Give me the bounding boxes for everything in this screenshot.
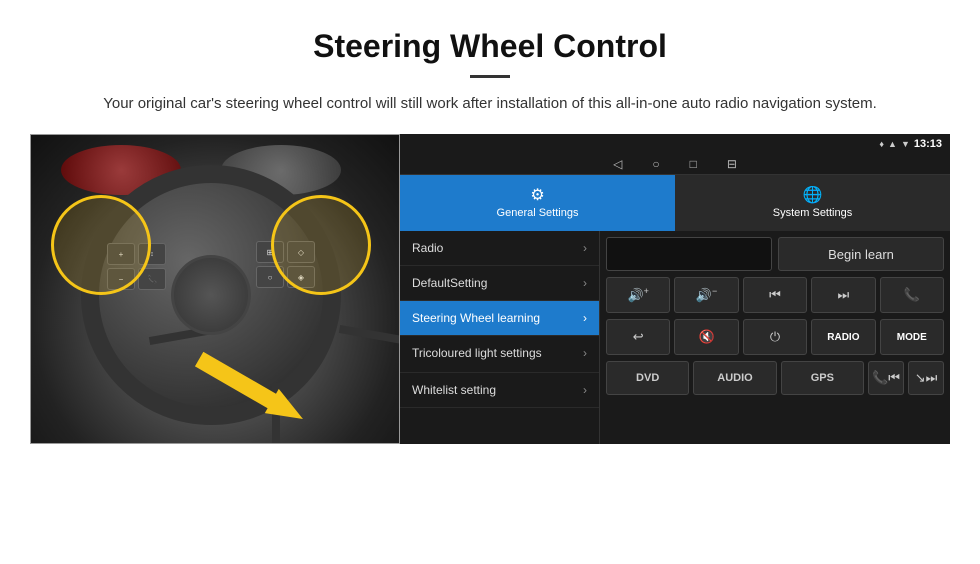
android-nav-bar: ◁ ○ □ ⊟ <box>400 154 950 175</box>
settings-tabs: ⚙ General Settings 🌐 System Settings <box>400 175 950 231</box>
btn-audio[interactable]: AUDIO <box>693 361 776 395</box>
menu-item-default[interactable]: DefaultSetting › <box>400 266 599 301</box>
menu-arrow-tricoloured: › <box>583 346 587 362</box>
mode-label: MODE <box>897 332 927 343</box>
radio-label: RADIO <box>827 332 859 343</box>
controls-grid-row1: 🔊+ 🔊− ⏮ ⏭ 📞 <box>606 277 944 313</box>
location-icon: ♦ <box>879 139 884 149</box>
menu-item-tricoloured[interactable]: Tricoloured light settings › <box>400 336 599 373</box>
menu-item-whitelist[interactable]: Whitelist setting › <box>400 373 599 408</box>
btn-gps[interactable]: GPS <box>781 361 864 395</box>
android-panel: ♦ ▲ ▼ 13:13 ◁ ○ □ ⊟ ⚙ General Settings 🌐… <box>400 134 950 444</box>
ctrl-mode[interactable]: MODE <box>880 319 944 355</box>
ctrl-back[interactable]: ↩ <box>606 319 670 355</box>
menu-item-radio-label: Radio <box>412 241 443 255</box>
menu-item-steering-label: Steering Wheel learning <box>412 311 540 325</box>
input-display-box <box>606 237 772 271</box>
tab-general-settings[interactable]: ⚙ General Settings <box>400 175 675 231</box>
status-time: 13:13 <box>914 138 942 150</box>
menu-item-tricoloured-label: Tricoloured light settings <box>412 346 542 362</box>
ctrl-vol-down[interactable]: 🔊− <box>674 277 738 313</box>
menu-arrow-radio: › <box>583 241 587 255</box>
wifi-icon: ▼ <box>901 139 910 149</box>
skip-next-icon: ↘⏭ <box>915 370 938 386</box>
right-panel: Begin learn 🔊+ 🔊− ⏮ ⏭ <box>600 231 950 444</box>
menu-arrow-steering: › <box>583 311 587 325</box>
content-area: + ↕ − 📞 ⊞ ◇ ○ ◈ ♦ ▲ <box>0 134 980 464</box>
back-icon: ↩ <box>633 329 644 345</box>
call-prev-icon: 📞⏮ <box>872 370 900 386</box>
title-divider <box>470 75 510 78</box>
vol-up-icon: 🔊+ <box>627 286 648 303</box>
menu-list: Radio › DefaultSetting › Steering Wheel … <box>400 231 600 444</box>
status-bar: ♦ ▲ ▼ 13:13 <box>400 134 950 154</box>
nav-home-btn[interactable]: ○ <box>652 157 659 171</box>
audio-label: AUDIO <box>717 372 752 384</box>
top-row: Begin learn <box>606 237 944 271</box>
menu-item-whitelist-label: Whitelist setting <box>412 383 496 397</box>
signal-icon: ▲ <box>888 139 897 149</box>
btn-dvd[interactable]: DVD <box>606 361 689 395</box>
ctrl-mute[interactable]: 🔇 <box>674 319 738 355</box>
steering-wheel-center <box>171 255 251 335</box>
car-image-panel: + ↕ − 📞 ⊞ ◇ ○ ◈ <box>30 134 400 444</box>
general-settings-icon: ⚙ <box>530 185 544 205</box>
nav-menu-btn[interactable]: ⊟ <box>727 157 737 171</box>
dvd-label: DVD <box>636 372 659 384</box>
subtitle-text: Your original car's steering wheel contr… <box>60 92 920 116</box>
ctrl-next-track[interactable]: ⏭ <box>811 277 875 313</box>
ctrl-vol-up[interactable]: 🔊+ <box>606 277 670 313</box>
highlight-circle-left <box>51 195 151 295</box>
vol-down-icon: 🔊− <box>696 286 717 303</box>
status-icons: ♦ ▲ ▼ <box>879 139 909 149</box>
menu-arrow-default: › <box>583 276 587 290</box>
nav-back-btn[interactable]: ◁ <box>613 157 622 171</box>
ctrl-prev-track[interactable]: ⏮ <box>743 277 807 313</box>
bottom-buttons-row: DVD AUDIO GPS 📞⏮ ↘⏭ <box>606 361 944 395</box>
highlight-circle-right <box>271 195 371 295</box>
settings-content: Radio › DefaultSetting › Steering Wheel … <box>400 231 950 444</box>
menu-item-steering[interactable]: Steering Wheel learning › <box>400 301 599 336</box>
btn-skip-next[interactable]: ↘⏭ <box>908 361 944 395</box>
page-title: Steering Wheel Control <box>60 28 920 65</box>
ctrl-radio[interactable]: RADIO <box>811 319 875 355</box>
mute-icon: 🔇 <box>699 329 715 345</box>
tab-system-settings[interactable]: 🌐 System Settings <box>675 175 950 231</box>
call-icon: 📞 <box>904 287 920 303</box>
ctrl-power[interactable]: ⏻ <box>743 319 807 355</box>
next-track-icon: ⏭ <box>838 287 850 303</box>
ctrl-call[interactable]: 📞 <box>880 277 944 313</box>
prev-track-icon: ⏮ <box>769 287 781 303</box>
menu-item-radio[interactable]: Radio › <box>400 231 599 266</box>
begin-learn-button[interactable]: Begin learn <box>778 237 944 271</box>
system-settings-icon: 🌐 <box>803 185 823 205</box>
system-settings-label: System Settings <box>773 207 852 219</box>
menu-arrow-whitelist: › <box>583 383 587 397</box>
menu-item-default-label: DefaultSetting <box>412 276 487 290</box>
header-section: Steering Wheel Control Your original car… <box>0 0 980 134</box>
gps-label: GPS <box>811 372 834 384</box>
controls-grid-row2: ↩ 🔇 ⏻ RADIO MODE <box>606 319 944 355</box>
btn-call-prev[interactable]: 📞⏮ <box>868 361 904 395</box>
general-settings-label: General Settings <box>497 207 579 219</box>
nav-recents-btn[interactable]: □ <box>690 157 697 171</box>
power-icon: ⏻ <box>770 329 780 345</box>
arrow-container <box>191 375 311 403</box>
